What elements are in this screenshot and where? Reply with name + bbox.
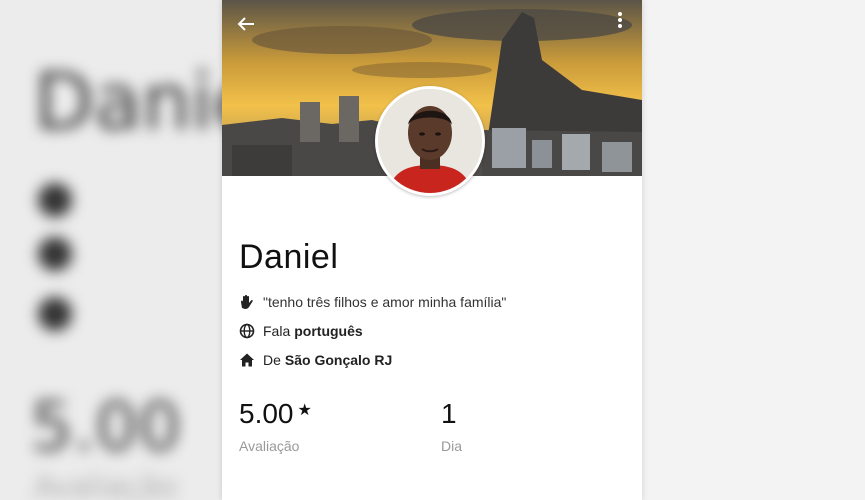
days-value: 1 [441, 398, 457, 429]
rating-stat: 5.00 ★ Avaliação [239, 398, 312, 454]
globe-icon [239, 323, 255, 339]
background-hometown-line [38, 292, 90, 333]
days-stat: 1 Dia [441, 398, 462, 454]
arrow-left-icon [237, 17, 254, 31]
background-language-line [38, 232, 90, 273]
background-right-panel [640, 0, 865, 500]
profile-card: Daniel "tenho três filhos e amor minha f… [222, 0, 642, 500]
more-vertical-icon [618, 10, 622, 30]
background-rating-label: Avaliação [34, 470, 178, 500]
back-button[interactable] [236, 10, 264, 38]
quote-row: "tenho três filhos e amor minha família" [239, 294, 506, 310]
hometown-value: São Gonçalo RJ [284, 352, 393, 368]
background-quote-line [38, 178, 90, 219]
language-prefix: Fala [263, 323, 291, 339]
more-options-button[interactable] [606, 10, 634, 38]
home-icon [240, 353, 254, 367]
hometown-prefix: De [263, 352, 281, 368]
profile-quote: "tenho três filhos e amor minha família" [263, 294, 507, 310]
language-row: Fala português [239, 323, 363, 339]
background-rating: 5.00 [30, 388, 182, 467]
days-label: Dia [441, 438, 463, 454]
avatar [375, 86, 485, 196]
language-value: português [294, 323, 363, 339]
profile-name: Daniel [239, 238, 339, 276]
star-icon: ★ [297, 402, 312, 419]
waving-hand-icon [241, 294, 253, 309]
hometown-row: De São Gonçalo RJ [239, 352, 392, 368]
rating-label: Avaliação [239, 438, 300, 454]
rating-value: 5.00 [239, 398, 294, 429]
